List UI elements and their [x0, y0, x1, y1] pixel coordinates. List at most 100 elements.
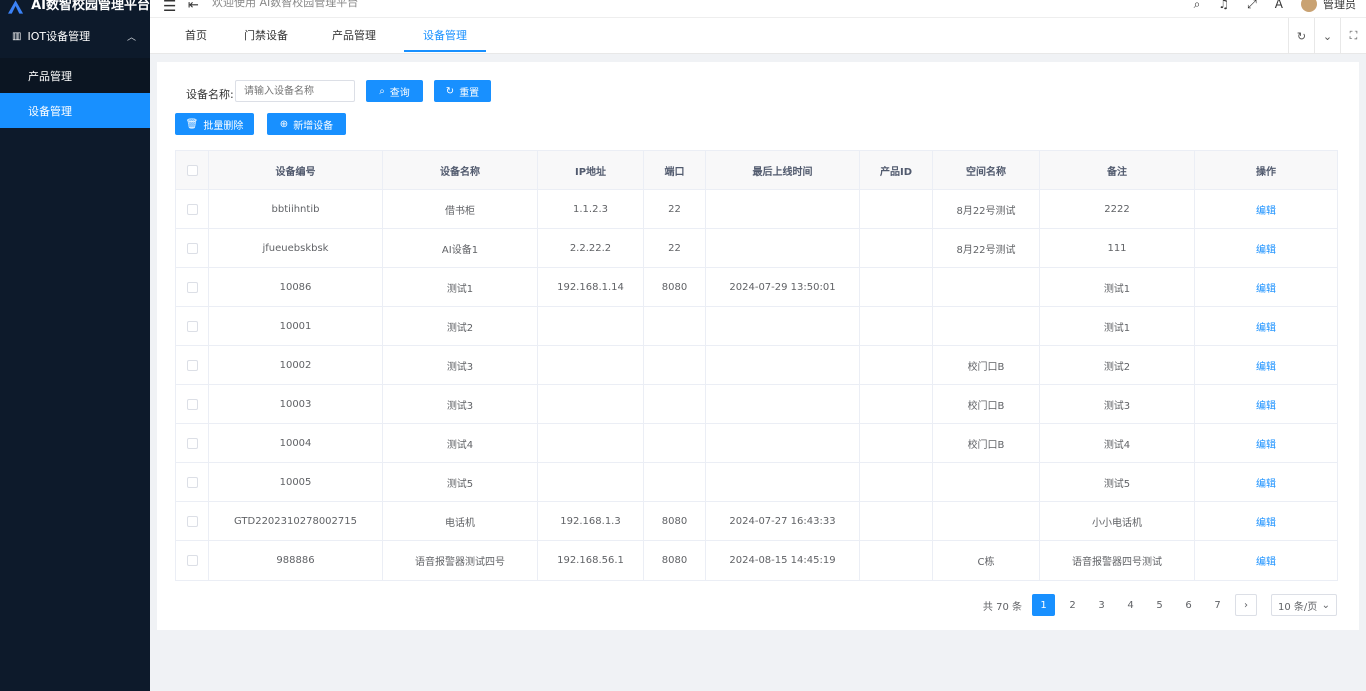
cell-space — [933, 502, 1040, 540]
chart-icon: ▥ — [12, 30, 22, 42]
fullscreen-icon[interactable]: ⤢ — [1247, 0, 1257, 12]
row-checkbox[interactable] — [186, 281, 198, 293]
cell-note: 测试2 — [1040, 346, 1195, 384]
cell-port: 8080 — [644, 502, 706, 540]
page-button[interactable]: 2 — [1061, 594, 1084, 616]
page-button[interactable]: 4 — [1119, 594, 1142, 616]
row-checkbox[interactable] — [186, 476, 198, 488]
tab-product[interactable]: 产品管理 — [332, 18, 376, 52]
sidebar-item-product[interactable]: 产品管理 — [0, 58, 150, 93]
query-button[interactable]: ⌕ 查询 — [366, 80, 423, 102]
edit-link[interactable]: 编辑 — [1195, 307, 1337, 345]
row-select-cell — [176, 502, 209, 540]
row-checkbox[interactable] — [186, 359, 198, 371]
edit-link[interactable]: 编辑 — [1195, 346, 1337, 384]
cell-name: 语音报警器测试四号 — [383, 541, 538, 580]
device-table: 设备编号 设备名称 IP地址 端口 最后上线时间 产品ID 空间名称 备注 操作… — [175, 150, 1338, 581]
col-header: IP地址 — [538, 151, 644, 189]
indent-icon[interactable]: ⇤ — [188, 0, 199, 13]
reset-button[interactable]: ↻ 重置 — [434, 80, 491, 102]
table-row: 10005 测试5 测试5 编辑 — [176, 463, 1337, 502]
edit-link[interactable]: 编辑 — [1195, 268, 1337, 306]
cell-name: 测试3 — [383, 346, 538, 384]
cell-product-id — [860, 541, 933, 580]
content-card: 设备名称: ⌕ 查询 ↻ 重置 🗑 批量删除 ⊕ 新增设备 设备编号 设备名称 … — [157, 62, 1359, 630]
row-select-cell — [176, 385, 209, 423]
cell-name: 测试3 — [383, 385, 538, 423]
page-button[interactable]: 1 — [1032, 594, 1055, 616]
page-button[interactable]: 7 — [1206, 594, 1229, 616]
row-checkbox[interactable] — [186, 398, 198, 410]
cell-code: 10005 — [209, 463, 383, 501]
add-device-button[interactable]: ⊕ 新增设备 — [267, 113, 346, 135]
tab-home[interactable]: 首页 — [185, 18, 207, 52]
row-select-cell — [176, 229, 209, 267]
chevron-down-icon[interactable]: ⌄ — [1314, 18, 1340, 54]
next-page-button[interactable]: › — [1235, 594, 1257, 616]
sidebar-item-label: 设备管理 — [28, 104, 72, 118]
tab-tools: ↻ ⌄ ⛶ — [1288, 18, 1366, 54]
page-button[interactable]: 3 — [1090, 594, 1113, 616]
select-all-checkbox[interactable] — [186, 164, 198, 176]
cell-ip — [538, 424, 644, 462]
edit-link[interactable]: 编辑 — [1195, 229, 1337, 267]
row-checkbox[interactable] — [186, 320, 198, 332]
col-header: 设备编号 — [209, 151, 383, 189]
cell-ip: 192.168.56.1 — [538, 541, 644, 580]
cell-note: 测试1 — [1040, 307, 1195, 345]
table-row: 10001 测试2 测试1 编辑 — [176, 307, 1337, 346]
cell-name: 测试5 — [383, 463, 538, 501]
sidebar-group-iot[interactable]: ▥ IOT设备管理 ︿ — [0, 14, 150, 58]
language-icon[interactable]: A — [1275, 0, 1283, 11]
cell-product-id — [860, 346, 933, 384]
cell-note: 小小电话机 — [1040, 502, 1195, 540]
page-button[interactable]: 5 — [1148, 594, 1171, 616]
cell-name: 测试2 — [383, 307, 538, 345]
col-header: 最后上线时间 — [706, 151, 860, 189]
batch-delete-button[interactable]: 🗑 批量删除 — [175, 113, 254, 135]
sidebar-item-device[interactable]: 设备管理 — [0, 93, 150, 128]
cell-code: jfueuebskbsk — [209, 229, 383, 267]
cell-product-id — [860, 502, 933, 540]
search-input[interactable] — [235, 80, 355, 102]
query-label: 查询 — [389, 87, 410, 99]
row-checkbox[interactable] — [186, 203, 198, 215]
bell-icon[interactable]: ♫ — [1218, 0, 1229, 11]
maximize-icon[interactable]: ⛶ — [1340, 18, 1366, 54]
edit-link[interactable]: 编辑 — [1195, 463, 1337, 501]
edit-link[interactable]: 编辑 — [1195, 424, 1337, 462]
refresh-icon[interactable]: ↻ — [1288, 18, 1314, 54]
cell-last-online — [706, 190, 860, 228]
cell-space: 8月22号测试 — [933, 229, 1040, 267]
row-checkbox[interactable] — [186, 515, 198, 527]
edit-link[interactable]: 编辑 — [1195, 502, 1337, 540]
edit-link[interactable]: 编辑 — [1195, 385, 1337, 423]
batch-delete-label: 批量删除 — [203, 120, 244, 132]
menu-toggle-icon[interactable]: ☰ — [163, 0, 176, 15]
tab-device[interactable]: 设备管理 — [404, 18, 486, 52]
user-menu[interactable]: 管理员 — [1301, 0, 1356, 12]
cell-product-id — [860, 385, 933, 423]
cell-code: 10001 — [209, 307, 383, 345]
page-button[interactable]: 6 — [1177, 594, 1200, 616]
tab-access-device[interactable]: 门禁设备 — [244, 18, 288, 52]
cell-note: 2222 — [1040, 190, 1195, 228]
cell-code: 10004 — [209, 424, 383, 462]
page-size-select[interactable]: 10 条/页 ⌄ — [1271, 594, 1337, 616]
cell-product-id — [860, 424, 933, 462]
cell-port: 22 — [644, 229, 706, 267]
row-checkbox[interactable] — [186, 242, 198, 254]
cell-product-id — [860, 229, 933, 267]
row-checkbox[interactable] — [186, 555, 198, 566]
row-select-cell — [176, 268, 209, 306]
cell-port: 22 — [644, 190, 706, 228]
app-title: AI数智校园管理平台 — [31, 0, 150, 13]
search-icon[interactable]: ⌕ — [1194, 0, 1201, 12]
edit-link[interactable]: 编辑 — [1195, 190, 1337, 228]
row-checkbox[interactable] — [186, 437, 198, 449]
edit-link[interactable]: 编辑 — [1195, 541, 1337, 580]
cell-port — [644, 463, 706, 501]
col-header: 端口 — [644, 151, 706, 189]
chevron-up-icon: ︿ — [126, 33, 136, 43]
cell-space: 校门口B — [933, 385, 1040, 423]
